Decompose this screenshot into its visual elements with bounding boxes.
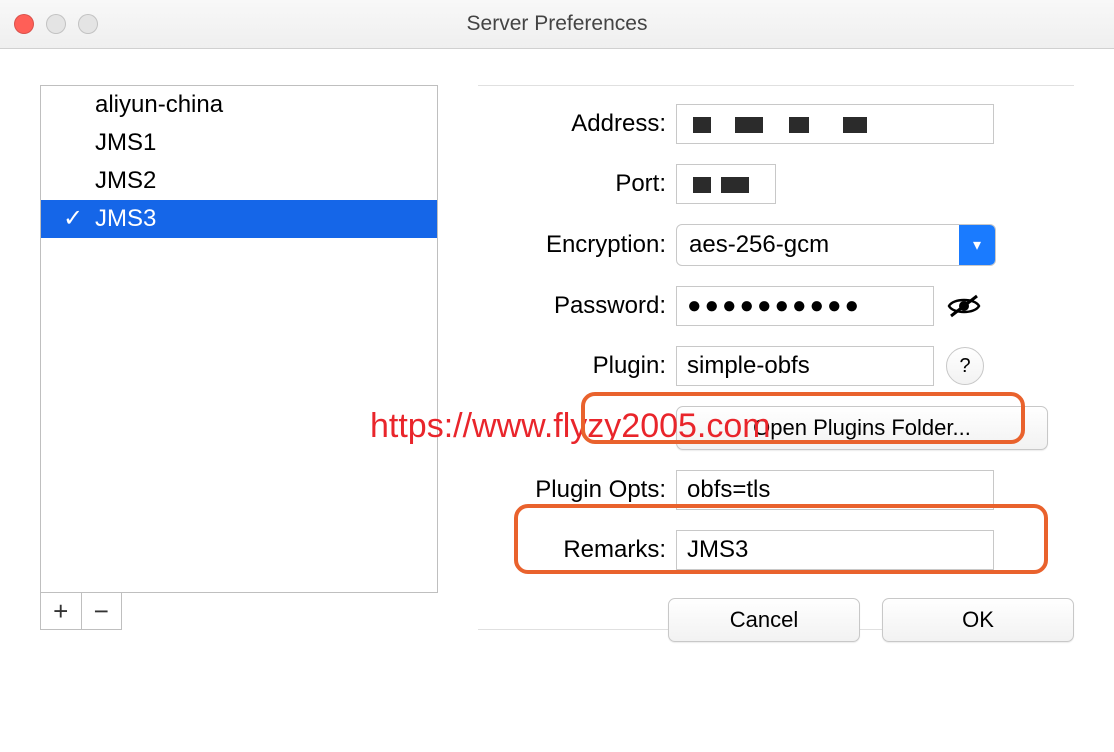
label-password: Password: [478,292,676,320]
plugin-input[interactable] [676,346,934,386]
window-title: Server Preferences [0,0,1114,48]
toggle-password-visibility[interactable] [946,288,982,324]
server-name: JMS1 [95,129,156,156]
server-row-3[interactable]: ✓ JMS3 [41,200,437,238]
footer-buttons: Cancel OK [668,598,1074,642]
address-input[interactable] [676,104,994,144]
row-password: Password: ●●●●●●●●●● [478,286,1074,326]
list-buttons: + − [40,593,122,630]
titlebar: Server Preferences [0,0,1114,49]
row-encryption: Encryption: aes-256-gcm ▾ [478,224,1074,266]
server-name: JMS2 [95,167,156,194]
open-plugins-folder-button[interactable]: Open Plugins Folder... [676,406,1048,450]
remarks-input[interactable] [676,530,994,570]
server-row-1[interactable]: JMS1 [41,124,437,162]
label-plugin-opts: Plugin Opts: [478,476,676,504]
password-input[interactable]: ●●●●●●●●●● [676,286,934,326]
server-name: JMS3 [95,205,156,232]
content: aliyun-china JMS1 JMS2 ✓ JMS3 + − Address: [0,49,1114,660]
server-row-0[interactable]: aliyun-china [41,86,437,124]
plugin-opts-input[interactable] [676,470,994,510]
row-address: Address: [478,104,1074,144]
port-masked [687,165,765,205]
encryption-select[interactable]: aes-256-gcm ▾ [676,224,996,266]
plugin-help-button[interactable]: ? [946,347,984,385]
checkmark-icon: ✓ [63,200,83,238]
left-column: aliyun-china JMS1 JMS2 ✓ JMS3 + − [40,85,438,630]
row-open-plugins: Open Plugins Folder... [478,406,1074,450]
eye-off-icon [947,294,981,318]
row-plugin-opts: Plugin Opts: [478,470,1074,510]
server-list[interactable]: aliyun-china JMS1 JMS2 ✓ JMS3 [40,85,438,593]
row-plugin: Plugin: ? [478,346,1074,386]
port-input[interactable] [676,164,776,204]
cancel-button[interactable]: Cancel [668,598,860,642]
right-column: Address: Port: [478,85,1074,630]
minimize-button[interactable] [46,14,66,34]
chevron-down-icon: ▾ [959,225,995,265]
row-remarks: Remarks: [478,530,1074,570]
zoom-button[interactable] [78,14,98,34]
server-name: aliyun-china [95,91,223,118]
label-remarks: Remarks: [478,536,676,564]
row-port: Port: [478,164,1074,204]
remove-server-button[interactable]: − [82,593,122,629]
server-row-2[interactable]: JMS2 [41,162,437,200]
add-server-button[interactable]: + [41,593,82,629]
address-masked [687,105,983,145]
encryption-value: aes-256-gcm [677,225,959,265]
label-address: Address: [478,110,676,138]
ok-button[interactable]: OK [882,598,1074,642]
label-plugin: Plugin: [478,352,676,380]
close-button[interactable] [14,14,34,34]
label-port: Port: [478,170,676,198]
label-encryption: Encryption: [478,231,676,259]
traffic-lights [14,14,98,34]
